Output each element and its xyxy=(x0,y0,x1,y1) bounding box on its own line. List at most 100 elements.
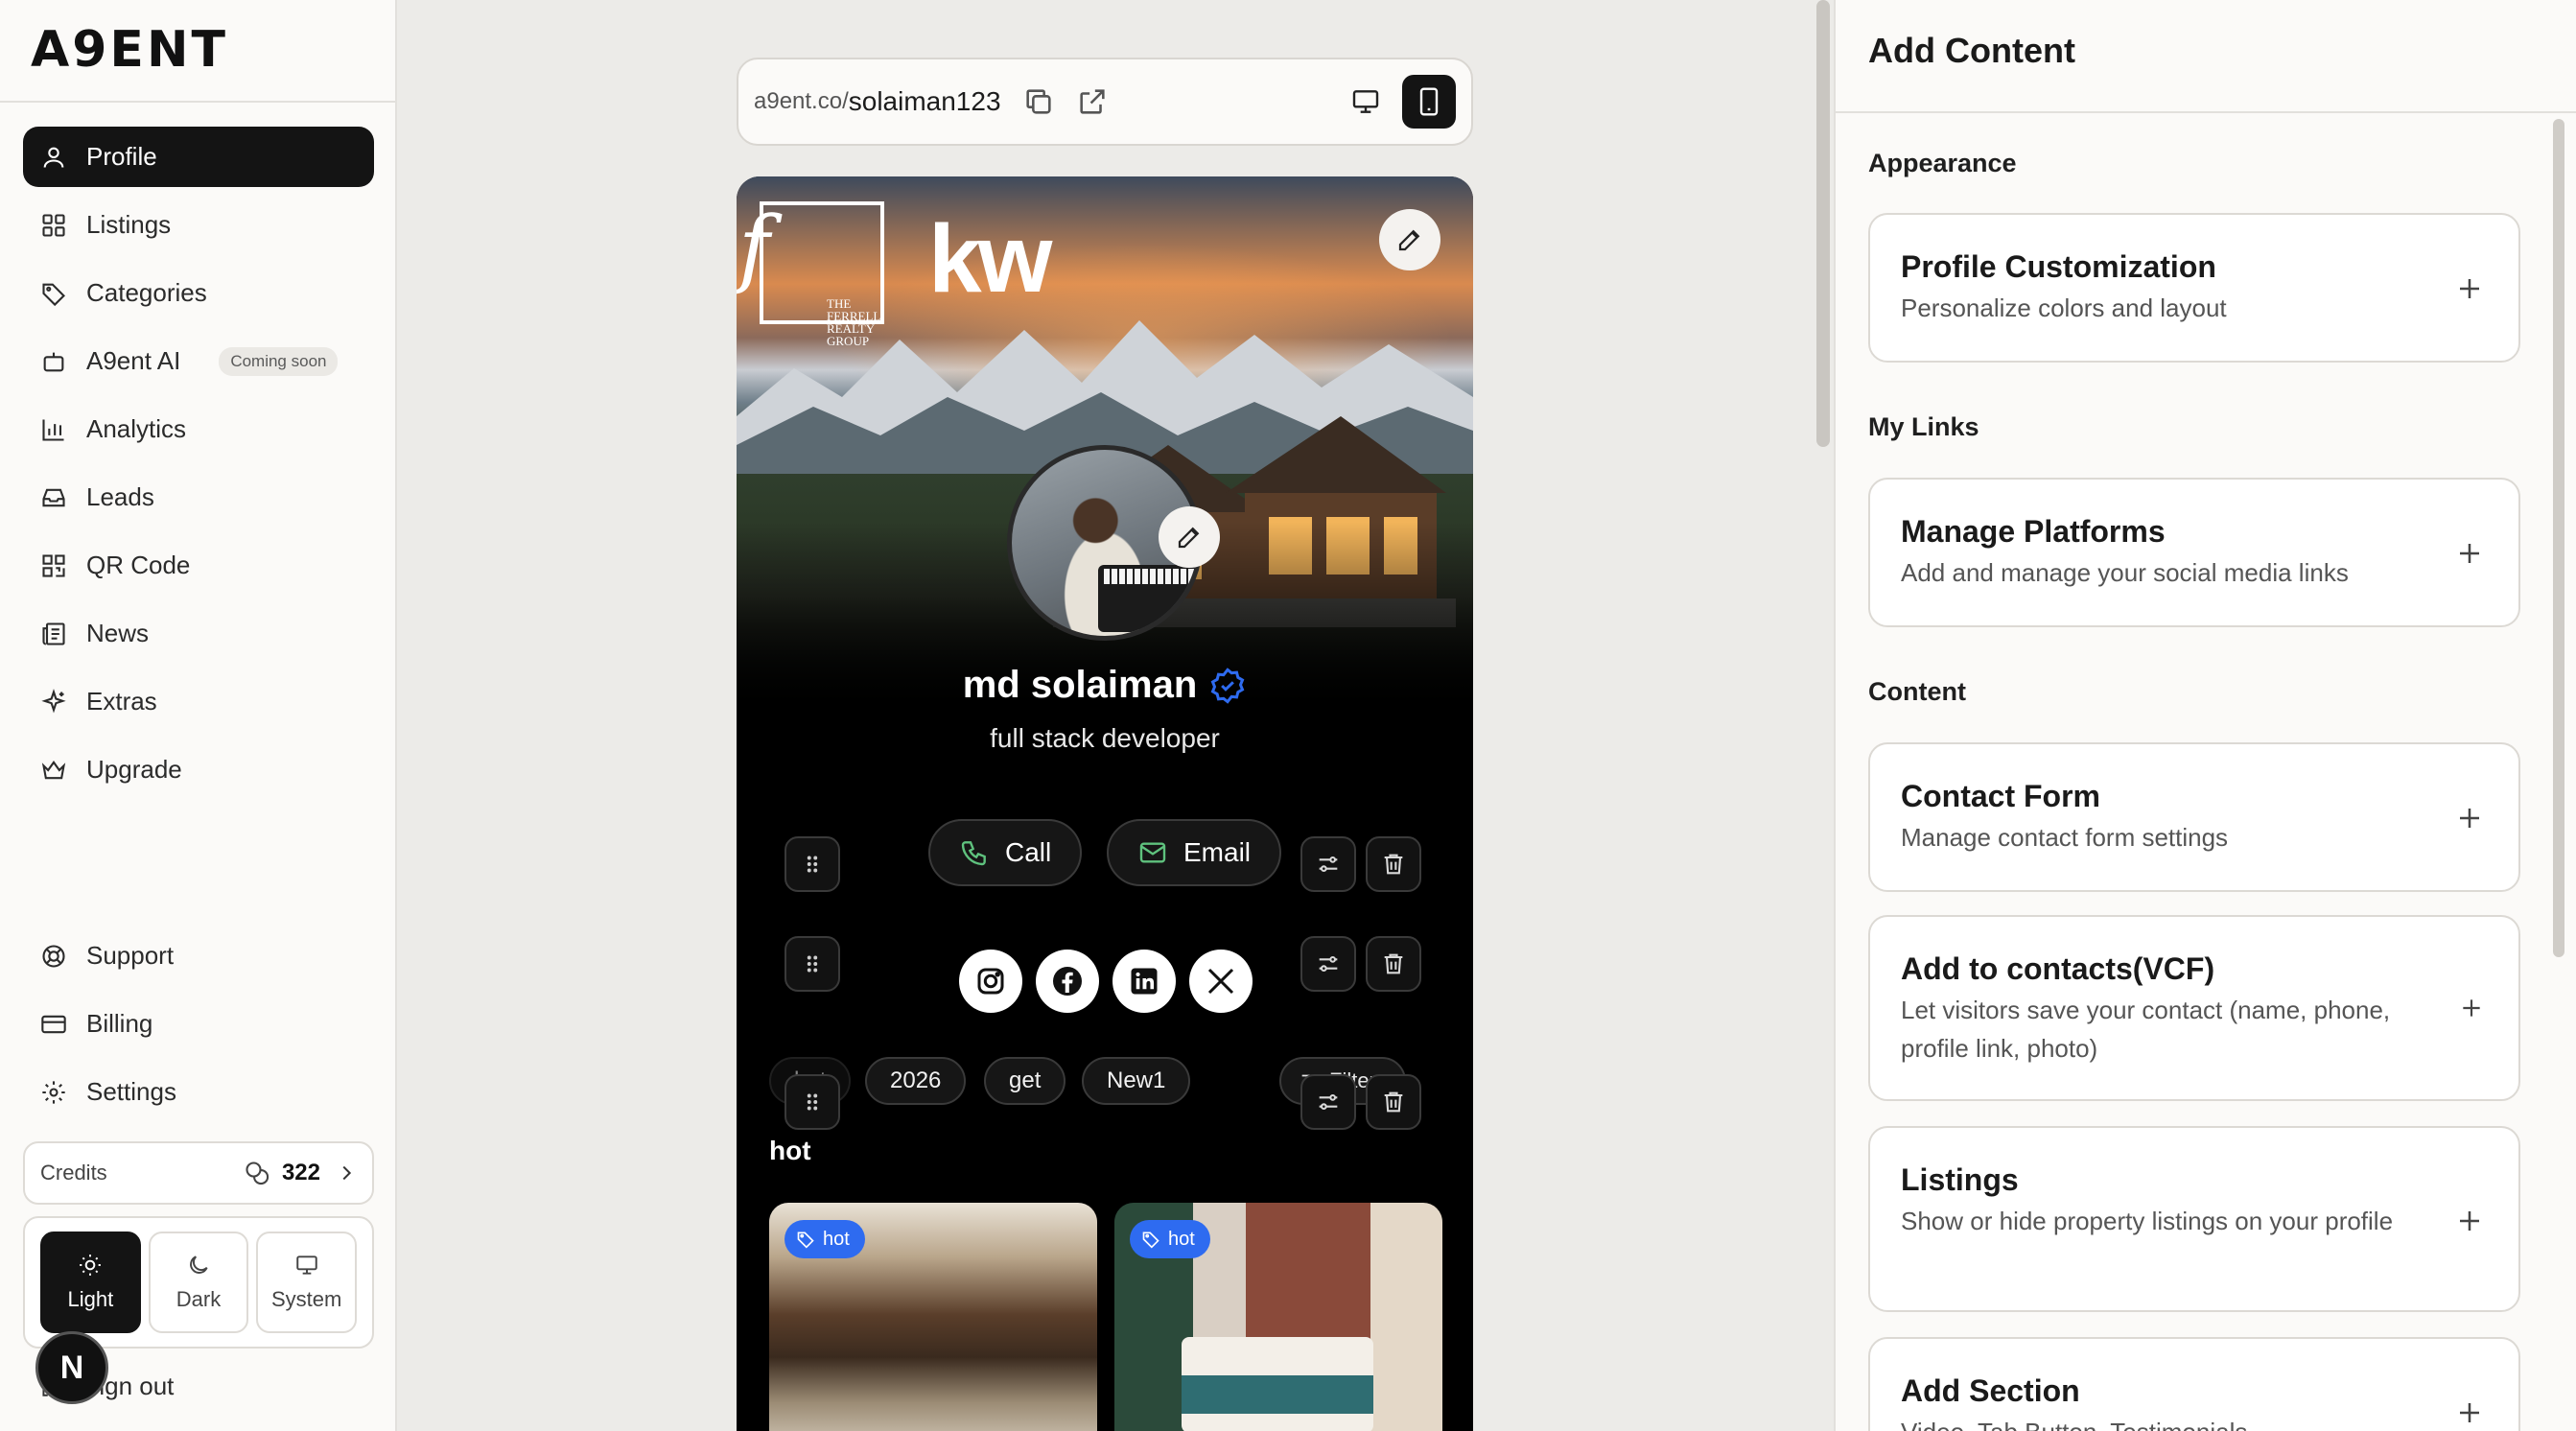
trash-icon xyxy=(1384,953,1403,974)
add-content-panel: Add Content Appearance Profile Customiza… xyxy=(1834,0,2576,1431)
x-link[interactable] xyxy=(1189,950,1253,1013)
block-delete-button[interactable] xyxy=(1366,1074,1421,1130)
listings-card[interactable]: Listings Show or hide property listings … xyxy=(1868,1126,2520,1312)
category-chip[interactable]: get xyxy=(984,1057,1066,1105)
instagram-icon xyxy=(977,968,1004,995)
sidebar-item-upgrade[interactable]: Upgrade xyxy=(23,739,374,800)
card-description: Add and manage your social media links xyxy=(1901,558,2349,587)
add-section-card[interactable]: Add Section Video, Tab Button, Testimoni… xyxy=(1868,1337,2520,1431)
sidebar-item-label: Categories xyxy=(86,278,207,307)
pencil-icon xyxy=(1178,527,1200,549)
edit-avatar-button[interactable] xyxy=(1159,506,1220,568)
profile-name: md solaiman xyxy=(737,664,1473,707)
theme-system-button[interactable]: System xyxy=(256,1232,358,1333)
block-settings-button[interactable] xyxy=(1300,836,1356,892)
edit-cover-button[interactable] xyxy=(1379,209,1440,270)
sidebar-item-profile[interactable]: Profile xyxy=(23,127,374,187)
category-chip[interactable]: 2026 xyxy=(865,1057,967,1105)
sidebar-item-label: News xyxy=(86,619,150,647)
mail-icon xyxy=(1139,842,1166,863)
panel-scrollbar[interactable] xyxy=(2553,119,2564,957)
profile-url-bar: a9ent.co/ solaiman123 xyxy=(737,58,1473,146)
sidebar-item-billing[interactable]: Billing xyxy=(23,994,374,1054)
listing-tag: hot xyxy=(1130,1220,1210,1258)
contact-form-card[interactable]: Contact Form Manage contact form setting… xyxy=(1868,742,2520,892)
sidebar-item-a9ent-ai[interactable]: A9ent AI Coming soon xyxy=(23,331,374,391)
theme-light-button[interactable]: Light xyxy=(40,1232,141,1333)
email-button[interactable]: Email xyxy=(1107,819,1282,886)
drag-handle[interactable] xyxy=(785,1074,840,1130)
sidebar-item-label: A9ent AI xyxy=(86,346,181,375)
theme-dark-label: Dark xyxy=(176,1287,222,1311)
card-description: Personalize colors and layout xyxy=(1901,293,2227,322)
sun-icon xyxy=(80,1255,102,1276)
credits-value: 322 xyxy=(281,1160,320,1185)
sidebar-item-listings[interactable]: Listings xyxy=(23,195,374,255)
drag-handle[interactable] xyxy=(785,836,840,892)
instagram-link[interactable] xyxy=(959,950,1022,1013)
sidebar-item-categories[interactable]: Categories xyxy=(23,263,374,323)
lifebuoy-icon xyxy=(40,943,67,970)
sidebar-item-settings[interactable]: Settings xyxy=(23,1062,374,1122)
sliders-icon xyxy=(1319,1093,1338,1111)
app-logo[interactable]: A9ENT xyxy=(31,23,228,77)
sidebar-item-label: QR Code xyxy=(86,551,191,579)
theme-system-label: System xyxy=(271,1287,342,1311)
sidebar-bottom-nav: Support Billing Settings xyxy=(23,926,374,1130)
sidebar-item-extras[interactable]: Extras xyxy=(23,671,374,732)
main-scrollbar[interactable] xyxy=(1816,0,1830,447)
sidebar-item-support[interactable]: Support xyxy=(23,926,374,986)
sidebar: A9ENT Profile Listings Categories A9ent … xyxy=(0,0,397,1431)
crown-icon xyxy=(40,757,67,784)
external-link-icon[interactable] xyxy=(1076,85,1109,118)
sidebar-item-analytics[interactable]: Analytics xyxy=(23,399,374,459)
desktop-preview-button[interactable] xyxy=(1339,75,1393,129)
linkedin-icon xyxy=(1131,968,1158,995)
linkedin-link[interactable] xyxy=(1112,950,1176,1013)
block-delete-button[interactable] xyxy=(1366,836,1421,892)
drag-handle[interactable] xyxy=(785,936,840,992)
bot-icon xyxy=(40,348,67,375)
sliders-icon xyxy=(1319,856,1338,873)
sidebar-item-news[interactable]: News xyxy=(23,603,374,664)
smartphone-icon xyxy=(1419,87,1439,116)
logo-caption: THE FERRELL REALTY GROUP xyxy=(827,296,881,348)
tag-icon xyxy=(797,1232,814,1249)
profile-customization-card[interactable]: Profile Customization Personalize colors… xyxy=(1868,213,2520,363)
coming-soon-badge: Coming soon xyxy=(219,346,339,376)
brokerage-logo: f THE FERRELL REALTY GROUP xyxy=(738,201,884,347)
logo-letter: f xyxy=(738,198,770,296)
card-description: Let visitors save your contact (name, ph… xyxy=(1901,996,2391,1063)
category-chip[interactable]: New1 xyxy=(1082,1057,1191,1105)
sidebar-nav: Profile Listings Categories A9ent AI Com… xyxy=(23,127,374,808)
card-description: Video, Tab Button, Testimonials xyxy=(1901,1413,2488,1431)
mobile-preview-button[interactable] xyxy=(1402,75,1456,129)
plus-icon xyxy=(2460,544,2479,563)
listing-section-title: hot xyxy=(769,1136,811,1165)
user-avatar[interactable]: N xyxy=(35,1331,108,1404)
profile-name-text: md solaiman xyxy=(962,664,1198,706)
kw-brand-mark: kw xyxy=(928,205,1052,313)
block-delete-button[interactable] xyxy=(1366,936,1421,992)
facebook-link[interactable] xyxy=(1036,950,1099,1013)
section-label-appearance: Appearance xyxy=(1868,149,2017,177)
plus-icon xyxy=(2460,1403,2479,1422)
inbox-icon xyxy=(40,484,67,511)
manage-platforms-card[interactable]: Manage Platforms Add and manage your soc… xyxy=(1868,478,2520,627)
listing-card[interactable]: hot xyxy=(769,1203,1097,1431)
listing-card[interactable]: hot xyxy=(1114,1203,1442,1431)
block-settings-button[interactable] xyxy=(1300,1074,1356,1130)
listing-tag-label: hot xyxy=(1168,1228,1195,1250)
credits-button[interactable]: Credits 322 xyxy=(23,1141,374,1205)
url-username: solaiman123 xyxy=(848,86,1001,116)
copy-icon[interactable] xyxy=(1022,85,1055,118)
panel-divider xyxy=(1836,111,2576,113)
call-button[interactable]: Call xyxy=(928,819,1083,886)
sidebar-item-leads[interactable]: Leads xyxy=(23,467,374,528)
sidebar-item-qr-code[interactable]: QR Code xyxy=(23,535,374,596)
newspaper-icon xyxy=(40,621,67,647)
plus-icon xyxy=(2460,279,2479,298)
block-settings-button[interactable] xyxy=(1300,936,1356,992)
add-to-contacts-card[interactable]: Add to contacts(VCF) Let visitors save y… xyxy=(1868,915,2520,1101)
theme-dark-button[interactable]: Dark xyxy=(148,1232,249,1333)
